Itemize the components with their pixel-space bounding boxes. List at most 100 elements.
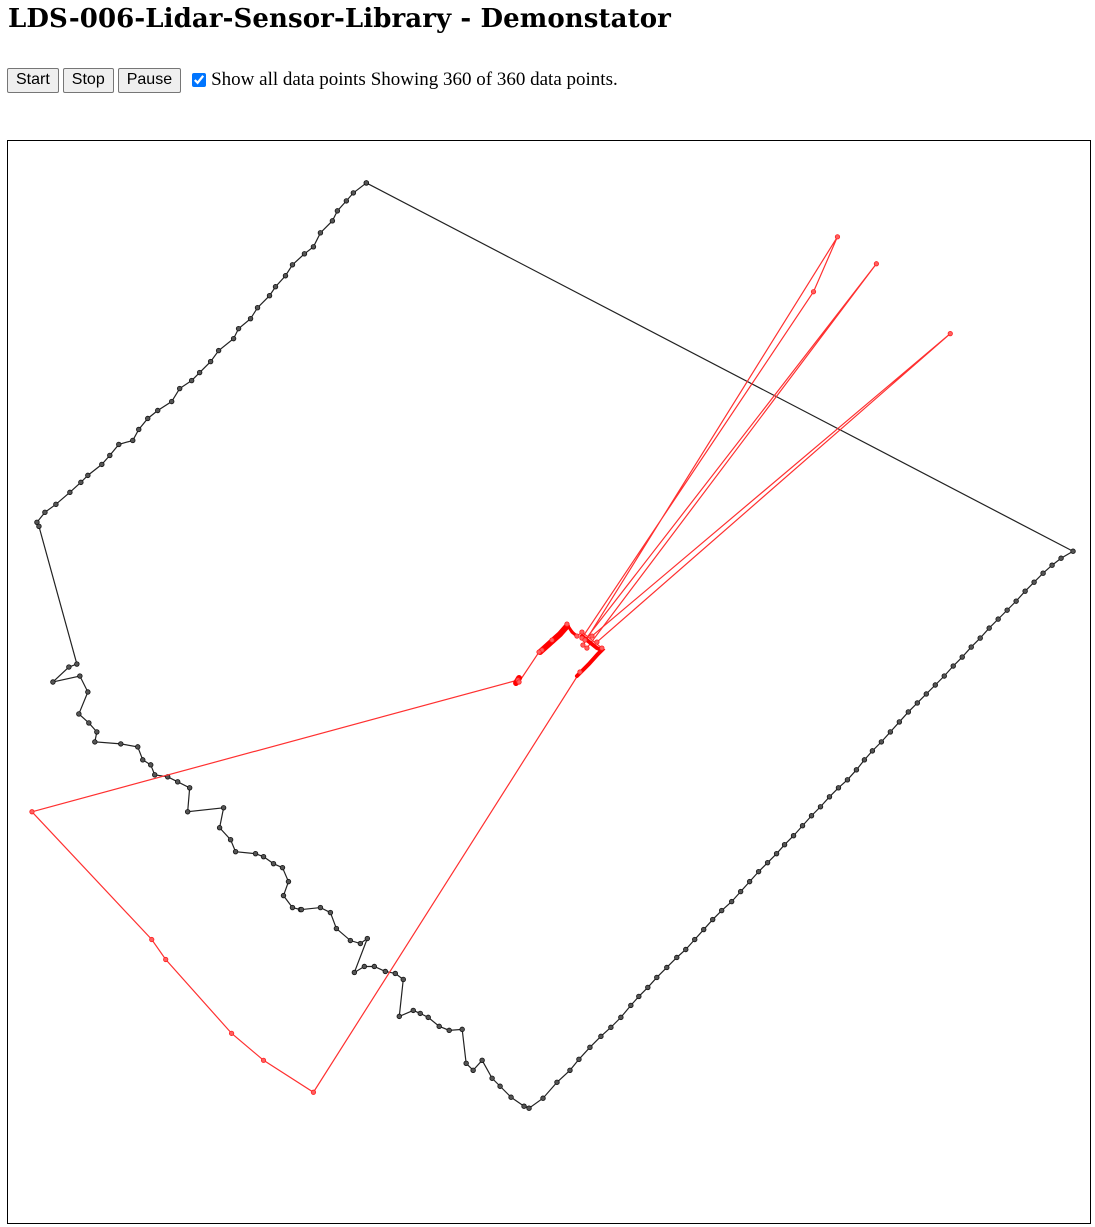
scan-point (361, 963, 368, 970)
scan-point (317, 904, 324, 911)
scan-point (350, 190, 357, 196)
scan-point (905, 709, 912, 715)
scan-point (196, 369, 203, 376)
scan-point (645, 984, 651, 991)
invalid-scan-points (29, 234, 953, 1095)
scan-point (1070, 548, 1076, 554)
wall-scan-points (34, 180, 1076, 1111)
scan-point (76, 711, 82, 717)
scan-point (817, 804, 824, 810)
scan-point (628, 1002, 634, 1009)
scan-point (343, 198, 350, 204)
scan-point (986, 625, 992, 631)
scan-point (1040, 570, 1046, 576)
scan-point (116, 441, 122, 448)
scan-point (446, 1027, 452, 1034)
scan-point (618, 1014, 624, 1021)
scan-point (746, 878, 753, 885)
stop-button[interactable]: Stop (62, 67, 114, 93)
scan-point (896, 719, 903, 725)
invalid-scan-point (810, 289, 817, 295)
scan-point (282, 273, 289, 279)
scan-point (135, 744, 141, 750)
scan-point (728, 898, 735, 905)
scan-point (567, 1067, 573, 1073)
scan-point (1031, 579, 1037, 585)
controls-bar: Start Stop Pause Show all data points Sh… (7, 66, 618, 94)
scan-point (1013, 598, 1019, 604)
invalid-scan-point (582, 637, 588, 643)
scan-point (914, 700, 921, 706)
scan-point (254, 304, 261, 311)
start-button[interactable]: Start (7, 67, 59, 93)
scan-point (941, 673, 947, 679)
show-all-checkbox[interactable] (192, 73, 207, 87)
scan-point (959, 654, 965, 660)
scan-point (174, 779, 181, 785)
invalid-scan-point (834, 234, 841, 240)
data-point-count: Showing 360 of 360 data points. (370, 69, 618, 90)
invalid-scan-point (516, 679, 522, 685)
scan-point (140, 757, 146, 763)
scan-point (329, 218, 336, 224)
scan-point (425, 1014, 431, 1021)
scan-point (508, 1094, 514, 1100)
scan-point (489, 1075, 495, 1081)
scan-point (710, 916, 716, 923)
scan-point (169, 398, 175, 405)
scan-point (145, 415, 151, 422)
scan-point (470, 1067, 476, 1073)
scan-point (289, 904, 296, 911)
scan-point (364, 935, 371, 942)
scan-point (737, 888, 744, 895)
invalid-scan-point (260, 1057, 267, 1063)
scan-point (327, 909, 334, 916)
scan-point (392, 970, 398, 977)
scan-point (107, 452, 113, 459)
scan-point (235, 325, 242, 332)
pause-button[interactable]: Pause (117, 67, 182, 93)
scan-point (1022, 588, 1028, 594)
scan-point (861, 757, 868, 763)
scan-point (357, 940, 364, 947)
scan-point (148, 762, 154, 768)
scan-point (683, 946, 689, 953)
scan-point (215, 347, 222, 354)
scan-point (674, 954, 680, 961)
scan-point (521, 1103, 527, 1109)
invalid-scan-point (947, 331, 953, 337)
invalid-scan-polyline (30, 623, 603, 1094)
scan-point (718, 907, 725, 914)
scan-point (252, 850, 259, 857)
scan-point (77, 673, 83, 679)
scan-point (497, 1083, 503, 1089)
scan-point (184, 809, 191, 815)
invalid-scan-point (579, 629, 585, 635)
scan-point (463, 1060, 469, 1066)
scan-point (176, 385, 183, 392)
invalid-scan-point (536, 649, 542, 655)
scan-point (207, 358, 214, 365)
scan-point (799, 823, 806, 829)
scan-point (301, 251, 308, 257)
scan-point (227, 837, 234, 843)
invalid-scan-point (577, 669, 583, 675)
lidar-scan-canvas (7, 140, 1091, 1224)
scan-point (878, 739, 885, 745)
invalid-scan-point (574, 633, 580, 639)
scan-point (764, 859, 771, 866)
scan-point (781, 842, 788, 848)
scan-point (363, 180, 370, 186)
invalid-ray-2 (584, 263, 877, 649)
scan-point (186, 785, 193, 791)
invalid-scan-point (589, 633, 595, 639)
scan-point (270, 860, 277, 867)
invalid-scan-point (873, 261, 879, 267)
scan-point (701, 926, 707, 933)
scan-point (977, 635, 983, 641)
show-all-label[interactable]: Show all data points (211, 69, 366, 91)
scan-point (664, 964, 670, 971)
scan-point (232, 848, 239, 855)
invalid-scan-point (549, 637, 555, 643)
scan-point (417, 1010, 423, 1017)
